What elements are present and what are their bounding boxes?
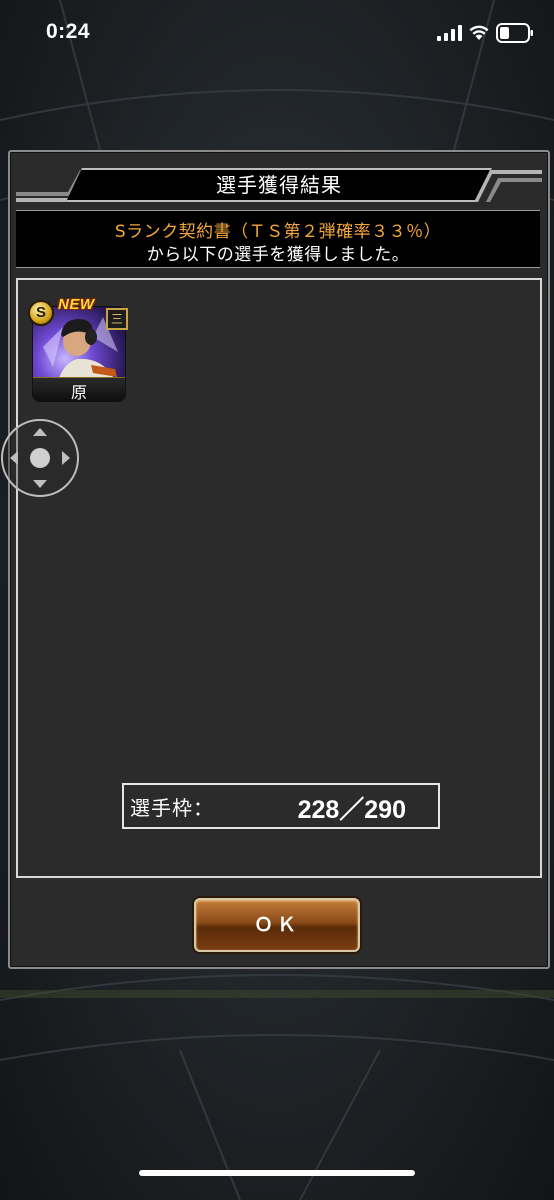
acquired-message: から以下の選手を獲得しました。 [146, 245, 410, 265]
ok-button[interactable]: ＯＫ [194, 898, 360, 952]
player-slot-box: 選手枠： 228／290 [122, 783, 440, 829]
contract-name: Sランク契約書（ＴＳ第２弾確率３３％） [114, 222, 442, 242]
player-slot-count: 228／290 [297, 796, 406, 824]
result-dialog: 選手獲得結果 Sランク契約書（ＴＳ第２弾確率３３％） から以下の選手を獲得しまし… [8, 150, 550, 969]
player-card[interactable]: 原 S NEW 三 [28, 296, 128, 404]
player-list-panel: 原 S NEW 三 選手枠： 228／290 [16, 278, 542, 878]
dpad-icon[interactable] [0, 418, 80, 498]
player-slot-label: 選手枠： [130, 796, 214, 820]
player-name: 原 [70, 383, 87, 402]
position-badge: 三 [106, 308, 128, 330]
status-time: 0:24 [46, 20, 91, 43]
subtitle-box: Sランク契約書（ＴＳ第２弾確率３３％） から以下の選手を獲得しました。 [16, 210, 540, 268]
new-tag: NEW [58, 296, 95, 313]
wifi-icon [469, 25, 489, 40]
rank-badge-icon: S [28, 300, 54, 326]
signal-icon [437, 25, 462, 41]
dialog-title: 選手獲得結果 [216, 173, 342, 197]
home-indicator[interactable] [139, 1170, 415, 1176]
battery-icon [496, 23, 533, 43]
status-bar: 0:24 [0, 0, 554, 70]
